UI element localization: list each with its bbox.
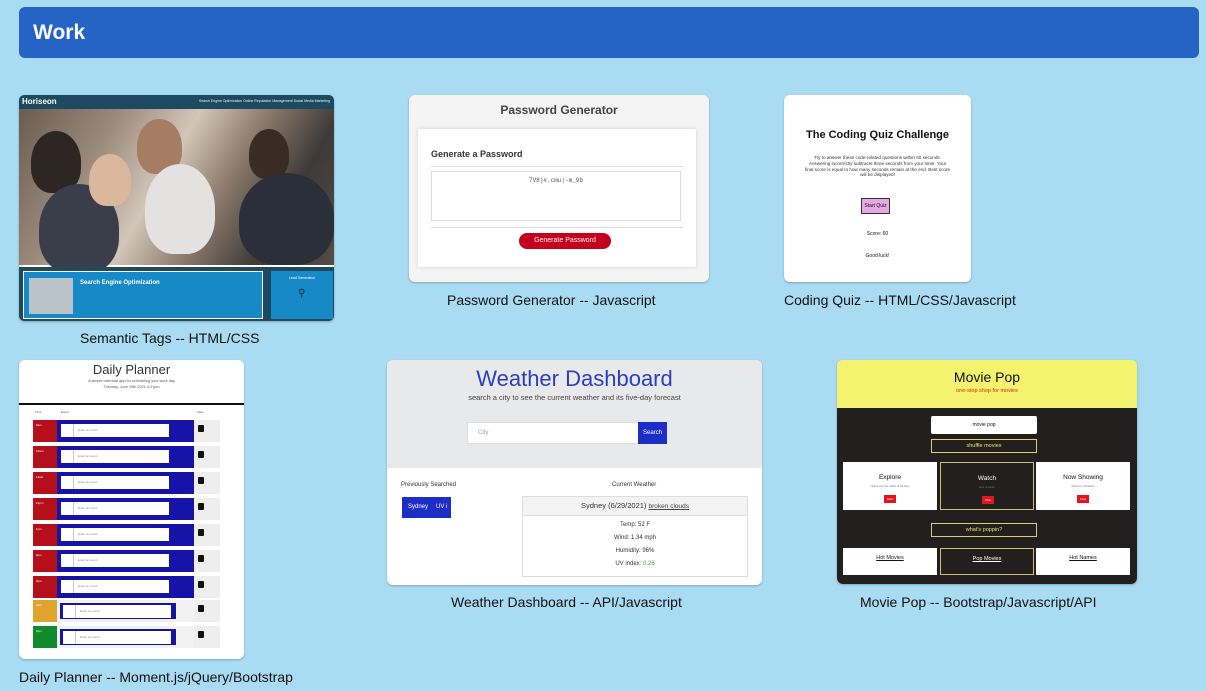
thumb-shuffle-button: shuffle movies — [931, 439, 1037, 453]
planner-row: 4pm Enter an event — [33, 600, 220, 622]
project-thumbnail-semantic-tags[interactable]: Horiseon Search Engine Optimization Onli… — [19, 95, 334, 321]
thumb-weather-heading: Sydney (6/29/2021) broken clouds — [523, 497, 747, 516]
thumb-card: Generate a Password 7V8)#.cmu|-m_9b Gene… — [418, 129, 696, 267]
planner-row: 1pm Enter an event — [33, 524, 220, 546]
divider — [19, 403, 244, 405]
thumb-score: Score: 60 — [866, 231, 889, 237]
section-title: Work — [33, 20, 86, 44]
thumb-password-output: 7V8)#.cmu|-m_9b — [431, 171, 681, 221]
thumb-title: Daily Planner — [92, 362, 171, 377]
thumb-instructions: Try to answer these code-related questio… — [804, 155, 951, 178]
thumb-seo-panel: Search Engine Optimization — [23, 271, 263, 319]
save-icon — [198, 605, 204, 612]
col-save-header: Save — [197, 410, 204, 414]
thumb-search-button: Search — [638, 422, 667, 444]
thumb-temp: Temp: 52 F — [619, 522, 650, 528]
thumb-seo-title: Search Engine Optimization — [80, 280, 160, 286]
planner-row: 12pm Enter an event — [33, 498, 220, 520]
thumb-city-input: City — [467, 422, 639, 444]
key-icon: ⚲ — [298, 288, 306, 299]
project-caption-weather-dashboard[interactable]: Weather Dashboard -- API/Javascript — [451, 594, 682, 610]
save-icon — [198, 581, 204, 588]
col-time-header: Time — [35, 410, 42, 414]
save-icon — [198, 451, 204, 458]
thumb-weather-panel: Sydney (6/29/2021) broken clouds Temp: 5… — [522, 496, 748, 577]
project-caption-movie-pop[interactable]: Movie Pop -- Bootstrap/Javascript/API — [860, 594, 1097, 610]
thumb-history-button: Sydney UV i — [402, 497, 451, 518]
thumb-logo: Horiseon — [22, 97, 57, 106]
thumb-history-label: Previously Searched — [401, 482, 457, 488]
save-icon — [198, 529, 204, 536]
project-thumbnail-daily-planner[interactable]: Daily Planner A simple calendar app for … — [19, 360, 244, 659]
project-thumbnail-coding-quiz[interactable]: The Coding Quiz Challenge Try to answer … — [784, 95, 971, 282]
thumb-lead-title: Lead Generation — [289, 276, 316, 280]
planner-row: 11am Enter an event — [33, 472, 220, 494]
thumb-start-button: Start Quiz — [861, 198, 890, 214]
save-icon — [198, 631, 204, 638]
project-thumbnail-password-generator[interactable]: Password Generator Generate a Password 7… — [409, 95, 709, 282]
thumb-search-input: movie pop — [931, 416, 1037, 434]
thumb-subtitle: one-stop shop for movies — [956, 388, 1018, 394]
divider — [431, 227, 683, 228]
thumb-title: The Coding Quiz Challenge — [806, 129, 949, 141]
save-icon — [198, 555, 204, 562]
planner-row: 5pm Enter an event — [33, 626, 220, 648]
planner-row: 10am Enter an event — [33, 446, 220, 468]
planner-row: 2pm Enter an event — [33, 550, 220, 572]
project-thumbnail-weather-dashboard[interactable]: Weather Dashboard search a city to see t… — [387, 360, 762, 585]
thumb-link-hot-movies: Hot Movies — [843, 548, 937, 575]
save-icon — [198, 477, 204, 484]
thumb-card-explore: Explore check out top rated of all time … — [843, 462, 937, 510]
divider — [431, 166, 683, 167]
col-event-header: Event — [61, 410, 69, 414]
thumb-subtitle: search a city to see the current weather… — [468, 393, 681, 402]
thumb-link-pop-movies: Pop Movies — [940, 548, 1034, 575]
thumb-wind: Wind: 1.34 mph — [613, 535, 657, 541]
project-caption-password-generator[interactable]: Password Generator -- Javascript — [447, 292, 656, 308]
thumb-current-label: Current Weather — [612, 482, 657, 488]
save-icon — [198, 503, 204, 510]
thumb-card-watch: Watch pick a trailer View — [940, 462, 1034, 510]
thumb-uv: UV index: 0.26 — [615, 561, 655, 567]
thumb-title: Movie Pop — [953, 369, 1021, 385]
thumb-poppin-button: what's poppin? — [931, 523, 1037, 537]
thumb-hero-photo — [19, 109, 334, 274]
planner-row: 9am Enter an event — [33, 420, 220, 442]
thumb-title: Weather Dashboard — [476, 366, 673, 391]
project-thumbnail-movie-pop[interactable]: Movie Pop one-stop shop for movies movie… — [837, 360, 1137, 584]
project-caption-daily-planner[interactable]: Daily Planner -- Moment.js/jQuery/Bootst… — [19, 669, 293, 685]
thumb-subtitle: A simple calendar app for scheduling you… — [88, 379, 175, 389]
thumb-title: Password Generator — [500, 103, 618, 117]
thumb-humidity: Humidity: 96% — [615, 548, 655, 554]
thumb-nav-links: Search Engine Optimization Online Reputa… — [198, 99, 330, 103]
thumb-link-hot-names: Hot Names — [1036, 548, 1130, 575]
work-header: Work — [19, 7, 1199, 58]
thumb-card-now-showing: Now Showing what's in theaters Find — [1036, 462, 1130, 510]
thumb-subtitle: Generate a Password — [431, 149, 523, 159]
thumb-message: Good luck! — [865, 253, 890, 259]
project-caption-semantic-tags[interactable]: Semantic Tags -- HTML/CSS — [80, 330, 259, 346]
thumb-lead-panel: Lead Generation ⚲ — [271, 271, 333, 319]
thumb-generate-button: Generate Password — [519, 233, 611, 249]
planner-row: 3pm Enter an event — [33, 576, 220, 598]
save-icon — [198, 425, 204, 432]
project-caption-coding-quiz[interactable]: Coding Quiz -- HTML/CSS/Javascript — [784, 292, 1016, 308]
